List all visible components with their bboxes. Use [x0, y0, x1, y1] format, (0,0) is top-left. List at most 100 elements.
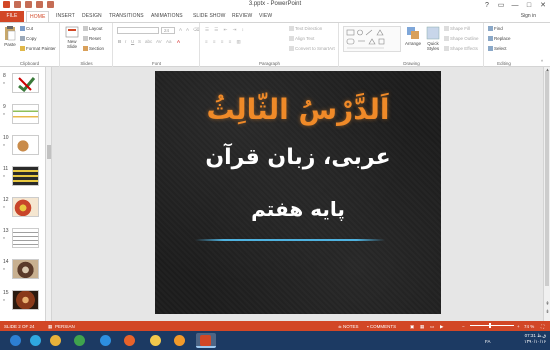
taskbar-telegram-button[interactable]: [26, 333, 46, 348]
slideshow-view-icon[interactable]: ▶: [440, 324, 443, 330]
close-button[interactable]: ✕: [536, 0, 550, 11]
thumbnail-slide-8[interactable]: 8 *: [0, 73, 45, 103]
shadow-button[interactable]: S: [138, 39, 141, 44]
tab-view[interactable]: VIEW: [259, 13, 272, 19]
slide-scrollbar[interactable]: ▴ ⇞ ⇟: [543, 67, 550, 321]
font-size-field[interactable]: 24: [161, 27, 175, 34]
ribbon-display-button[interactable]: ▭: [494, 0, 508, 11]
scrollbar-thumb[interactable]: [47, 145, 51, 159]
taskbar-media-player-button[interactable]: [170, 333, 190, 348]
taskbar-explorer-button[interactable]: [146, 333, 166, 348]
shapes-gallery[interactable]: [343, 26, 401, 52]
taskbar-ie-button[interactable]: [96, 333, 116, 348]
thumbnail-slide-12[interactable]: 12 *: [0, 197, 45, 227]
tab-file[interactable]: FILE: [0, 11, 24, 22]
zoom-level[interactable]: 74 %: [524, 324, 534, 329]
sign-in-link[interactable]: Sign in: [521, 13, 536, 19]
copy-button[interactable]: Copy: [20, 36, 37, 42]
strikethrough-button[interactable]: abc: [145, 39, 152, 44]
new-slide-button[interactable]: New Slide: [64, 26, 80, 49]
thumbnail-scrollbar[interactable]: [46, 67, 52, 321]
zoom-in-button[interactable]: +: [517, 324, 520, 329]
quick-styles-button[interactable]: Quick Styles: [424, 26, 442, 51]
clear-formatting-button[interactable]: ⌫: [193, 27, 199, 33]
collapse-ribbon-icon[interactable]: ^: [541, 59, 543, 64]
taskbar-edge-button[interactable]: [70, 333, 90, 348]
thumbnail-slide-10[interactable]: 10 *: [0, 135, 45, 165]
tab-animations[interactable]: ANIMATIONS: [151, 13, 183, 19]
tab-review[interactable]: REVIEW: [232, 13, 252, 19]
find-button[interactable]: Find: [488, 26, 503, 32]
underline-button[interactable]: U: [131, 39, 134, 44]
thumbnail-slide-15[interactable]: 15 *: [0, 290, 45, 320]
shape-fill-button[interactable]: Shape Fill: [444, 26, 470, 32]
reading-view-icon[interactable]: ▭: [430, 324, 434, 330]
notes-button[interactable]: ≐ NOTES: [338, 324, 359, 330]
paste-button[interactable]: Paste: [2, 25, 18, 47]
zoom-slider[interactable]: [470, 323, 514, 328]
decrease-font-button[interactable]: A: [186, 27, 189, 32]
font-name-field[interactable]: [117, 27, 159, 34]
font-color-button[interactable]: A: [177, 39, 180, 44]
format-painter-button[interactable]: Format Painter: [20, 46, 56, 52]
convert-smartart-button[interactable]: Convert to SmartArt: [289, 46, 335, 52]
tab-transitions[interactable]: TRANSITIONS: [109, 13, 144, 19]
language-indicator[interactable]: PERSIAN: [55, 324, 75, 329]
thumbnail-slide-13[interactable]: 13 *: [0, 228, 45, 258]
system-tray-clock[interactable]: 07:31 ق.ظ ۱۳۹۰/۱۰/۱۶: [524, 333, 546, 345]
status-bar: SLIDE 2 OF 24 ▦ PERSIAN ≐ NOTES ▪ COMMEN…: [0, 321, 550, 331]
maximize-button[interactable]: □: [522, 0, 536, 11]
char-spacing-button[interactable]: AV: [156, 39, 162, 44]
proofing-icon[interactable]: ▦: [48, 324, 52, 330]
select-button[interactable]: Select: [488, 46, 507, 52]
align-buttons[interactable]: ≡ ≡ ≡ ≡ ▥: [205, 39, 243, 45]
text-direction-button[interactable]: Text Direction: [289, 26, 322, 32]
slide-grade-text[interactable]: پایه هفتم: [155, 197, 441, 221]
shape-effects-button[interactable]: Shape Effects: [444, 46, 478, 52]
input-language[interactable]: FA: [485, 339, 491, 344]
tab-slide-show[interactable]: SLIDE SHOW: [193, 13, 225, 19]
list-buttons[interactable]: ☰ ☰ ⇤ ⇥ ↕: [205, 27, 246, 33]
taskbar-start-button[interactable]: [6, 333, 26, 348]
slide-scrollbar-thumb[interactable]: [545, 71, 549, 286]
slide-divider-line: [195, 239, 385, 241]
cut-button[interactable]: Cut: [20, 26, 33, 32]
minimize-button[interactable]: —: [508, 0, 522, 11]
help-button[interactable]: ?: [480, 0, 494, 11]
increase-font-button[interactable]: A: [179, 27, 182, 32]
reset-button[interactable]: Reset: [83, 36, 101, 42]
italic-button[interactable]: I: [125, 39, 126, 44]
thumbnail-slide-11[interactable]: 11 *: [0, 166, 45, 196]
shape-outline-button[interactable]: Shape Outline: [444, 36, 479, 42]
comments-button[interactable]: ▪ COMMENTS: [367, 324, 396, 329]
slide-sorter-icon[interactable]: ▦: [420, 324, 424, 330]
tab-insert[interactable]: INSERT: [56, 13, 75, 19]
arrange-button[interactable]: Arrange: [403, 26, 423, 46]
current-slide[interactable]: اَلدَّرْسُ الثّالِثُ عربی، زبان قرآن پای…: [155, 71, 441, 314]
taskbar-powerpoint-button[interactable]: [196, 333, 216, 348]
thumbnail-slide-9[interactable]: 9 *: [0, 104, 45, 134]
section-button[interactable]: Section: [83, 46, 104, 52]
tab-design[interactable]: DESIGN: [82, 13, 102, 19]
taskbar-firefox-button[interactable]: [120, 333, 140, 348]
bold-button[interactable]: B: [118, 39, 121, 44]
taskbar-chrome-button[interactable]: [46, 333, 66, 348]
zoom-slider-knob[interactable]: [488, 323, 491, 328]
thumbnail-slide-14[interactable]: 14 *: [0, 259, 45, 289]
change-case-button[interactable]: Aa: [166, 39, 172, 44]
layout-button[interactable]: Layout: [83, 26, 103, 32]
prev-slide-icon[interactable]: ⇞: [544, 301, 550, 307]
slide-subtitle[interactable]: عربی، زبان قرآن: [155, 145, 441, 170]
next-slide-icon[interactable]: ⇟: [544, 309, 550, 315]
tab-home[interactable]: HOME: [26, 11, 50, 22]
normal-view-icon[interactable]: ▣: [410, 324, 414, 330]
smartart-icon: [289, 46, 294, 52]
ribbon-tabs: FILE HOME INSERT DESIGN TRANSITIONS ANIM…: [0, 11, 550, 22]
align-text-button[interactable]: Align Text: [289, 36, 314, 42]
replace-button[interactable]: Replace: [488, 36, 511, 42]
zoom-out-button[interactable]: −: [462, 324, 465, 329]
clipboard-group: Paste Cut Copy Format Painter Clipboard: [0, 23, 60, 67]
fit-slide-icon[interactable]: ⛶: [541, 324, 544, 329]
slide-title[interactable]: اَلدَّرْسُ الثّالِثُ: [155, 93, 441, 126]
paste-icon: [5, 26, 16, 41]
